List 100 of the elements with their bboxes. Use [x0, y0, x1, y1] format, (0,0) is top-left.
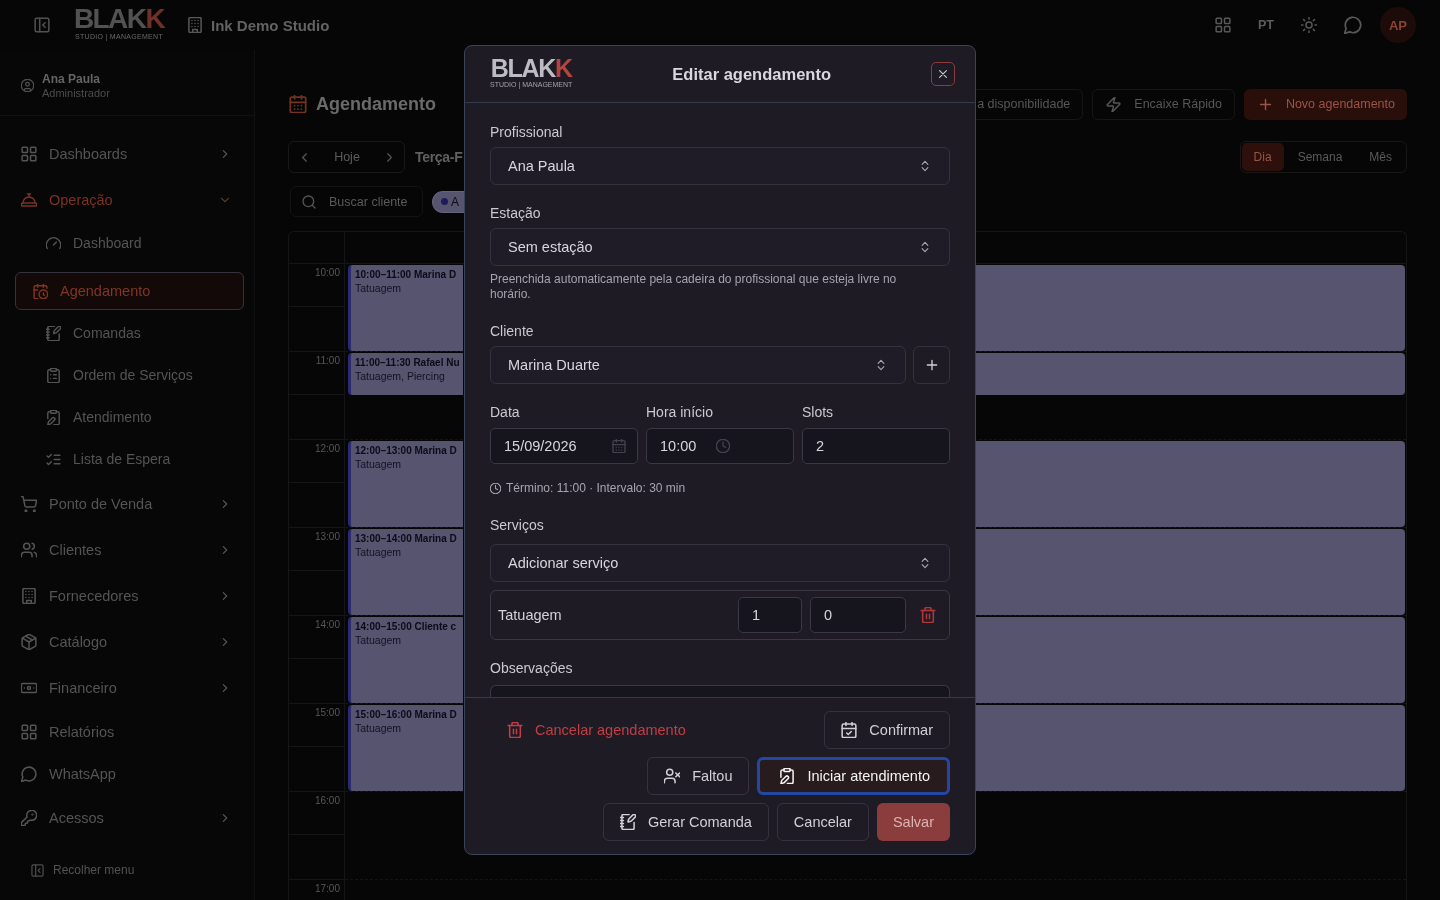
professional-select[interactable]: Ana Paula: [490, 147, 950, 185]
hint-text: Preenchida automaticamente pela cadeira do profissional que esteja livre no horário.: [490, 272, 898, 302]
confirm-button[interactable]: Confirmar: [824, 711, 950, 749]
time-label: 13:00: [314, 531, 340, 543]
status-dot-icon: [441, 198, 448, 205]
appointment-title: 15:00–16:00 Marina D: [355, 708, 457, 721]
language-button[interactable]: PT: [1258, 18, 1274, 32]
filter-chip[interactable]: A: [432, 190, 464, 213]
appointment-card[interactable]: 12:00–13:00 Marina D Tatuagem: [348, 441, 463, 527]
field-label: Data: [490, 404, 520, 421]
user-x-icon: [664, 768, 681, 784]
clipboard-list-icon: [46, 367, 61, 383]
field-label: Cliente: [490, 323, 534, 340]
client-select[interactable]: Marina Duarte: [490, 346, 906, 384]
time-label: 14:00: [314, 619, 340, 631]
chat-bubble-icon: [21, 766, 37, 782]
cancel-button[interactable]: Cancelar: [776, 803, 869, 841]
trash-icon: [507, 722, 523, 738]
sidebar-item[interactable]: Relatórios: [10, 714, 244, 750]
avatar[interactable]: AP: [1380, 7, 1416, 43]
checklist-icon: [46, 451, 61, 467]
start-service-button[interactable]: Iniciar atendimento: [757, 757, 950, 795]
notepad-pen-icon: [619, 814, 636, 830]
sidebar-subitem[interactable]: Comandas: [15, 314, 244, 352]
sidebar-item[interactable]: WhatsApp: [10, 756, 244, 792]
sidebar-subitem[interactable]: Dashboard: [15, 224, 244, 262]
sidebar-item[interactable]: Ponto de Venda: [10, 484, 244, 524]
clipboard-pen-icon: [46, 409, 61, 425]
slots-field[interactable]: 2: [802, 428, 950, 464]
time-label: 11:00: [315, 355, 340, 367]
appointment-card[interactable]: 13:00–14:00 Marina D Tatuagem: [348, 529, 463, 615]
chevron-up-down-icon: [875, 359, 887, 371]
date-field[interactable]: 15/09/2026: [490, 428, 638, 464]
chat-bubble-icon[interactable]: [1344, 16, 1362, 34]
close-button[interactable]: [931, 62, 955, 86]
appointment-title: 11:00–11:30 Rafael Nu: [355, 356, 460, 369]
building-icon: [187, 17, 203, 33]
trash-icon[interactable]: [920, 607, 936, 623]
create-order-button[interactable]: Gerar Comanda: [602, 803, 769, 841]
chevron-up-down-icon: [919, 557, 931, 569]
gauge-icon: [46, 235, 61, 251]
new-appointment-button[interactable]: Novo agendamento: [1243, 88, 1407, 120]
chevron-up-down-icon: [919, 241, 931, 253]
sidebar-subitem[interactable]: Lista de Espera: [15, 440, 244, 478]
calendar-check-icon: [841, 722, 858, 738]
sidebar-subitem[interactable]: Agendamento: [15, 272, 244, 310]
service-name: Tatuagem: [498, 607, 562, 623]
field-label: Profissional: [490, 124, 563, 141]
notepad-pen-icon: [46, 325, 61, 341]
appointment-services: Tatuagem, Piercing: [355, 369, 445, 383]
collapse-menu-button[interactable]: Recolher menu: [0, 852, 254, 888]
sidebar-subitem[interactable]: Atendimento: [15, 398, 244, 436]
sidebar-item[interactable]: Catálogo: [10, 622, 244, 662]
sidebar-item[interactable]: Operação: [10, 180, 244, 220]
appointment-title: 14:00–15:00 Cliente c: [355, 620, 457, 633]
clock-icon: [490, 482, 501, 494]
no-show-button[interactable]: Faltou: [647, 757, 750, 795]
sidebar-item[interactable]: Financeiro: [10, 668, 244, 708]
appointment-card[interactable]: 10:00–11:00 Marina D Tatuagem: [348, 265, 463, 351]
time-label: 17:00: [314, 883, 340, 895]
view-tab[interactable]: Dia: [1241, 143, 1284, 171]
user-name: Ana Paula: [42, 71, 102, 86]
workspace-name[interactable]: Ink Demo Studio: [211, 16, 330, 34]
calendar-clock-icon: [33, 283, 48, 299]
lightning-icon: [1106, 96, 1122, 112]
price-field[interactable]: 0: [810, 597, 906, 633]
station-select[interactable]: Sem estação: [490, 228, 950, 266]
appointment-title: 12:00–13:00 Marina D: [355, 444, 457, 457]
dialog-title: Editar agendamento: [671, 64, 832, 84]
add-client-button[interactable]: [913, 346, 950, 384]
time-label: 12:00: [314, 443, 340, 455]
field-label: Slots: [802, 404, 834, 421]
sun-icon[interactable]: [1301, 17, 1317, 33]
quick-fit-button[interactable]: Encaixe Rápido: [1092, 88, 1235, 120]
appointment-card[interactable]: 15:00–16:00 Marina D Tatuagem: [348, 705, 463, 791]
time-label: 10:00: [314, 267, 340, 279]
quantity-field[interactable]: 1: [738, 597, 802, 633]
schedule-summary: Término: 11:00 · Intervalo: 30 min: [506, 481, 686, 495]
calendar-icon: [612, 439, 626, 453]
search-field[interactable]: Buscar cliente: [290, 186, 423, 217]
view-tab[interactable]: Semana: [1283, 143, 1357, 171]
sidebar-item[interactable]: Dashboards: [10, 134, 244, 174]
sidebar-subitem[interactable]: Ordem de Serviços: [15, 356, 244, 394]
apps-grid-icon[interactable]: [1215, 17, 1231, 33]
time-field[interactable]: 10:00: [646, 428, 794, 464]
box-icon: [21, 634, 37, 650]
appointment-services: Tatuagem: [355, 721, 402, 735]
sidebar-item[interactable]: Acessos: [10, 798, 244, 838]
field-label: Serviços: [490, 517, 544, 534]
user-role: Administrador: [42, 85, 110, 100]
appointment-card[interactable]: 14:00–15:00 Cliente c Tatuagem: [348, 617, 463, 703]
appointment-card[interactable]: 11:00–11:30 Rafael Nu Tatuagem, Piercing: [348, 353, 463, 395]
cancel-appointment-button[interactable]: Cancelar agendamento: [490, 711, 702, 749]
service-select[interactable]: Adicionar serviço: [490, 544, 950, 582]
notes-field[interactable]: [490, 685, 950, 697]
view-tab[interactable]: Mês: [1356, 143, 1405, 171]
today-button[interactable]: Hoje: [334, 150, 360, 164]
sidebar-item[interactable]: Clientes: [10, 530, 244, 570]
sidebar-toggle-icon[interactable]: [34, 17, 50, 33]
sidebar-item[interactable]: Fornecedores: [10, 576, 244, 616]
